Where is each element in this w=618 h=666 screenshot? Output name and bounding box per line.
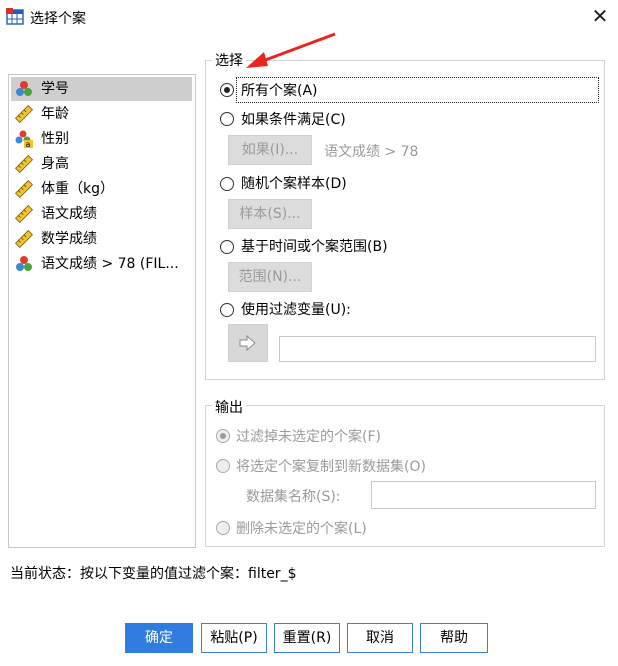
title-bar: 选择个案 ✕ — [0, 0, 618, 34]
radio-delete-unselected[interactable] — [216, 521, 230, 535]
reset-button[interactable]: 重置(R) — [274, 623, 340, 653]
filter-variable-label[interactable]: 使用过滤变量(U): — [241, 299, 351, 319]
app-icon — [6, 8, 24, 25]
delete-unselected-label[interactable]: 删除未选定的个案(L) — [236, 518, 367, 538]
list-item[interactable]: 体重（kg） — [11, 177, 192, 201]
radio-if-condition[interactable] — [220, 112, 234, 126]
svg-text:a: a — [26, 140, 31, 148]
if-condition-label[interactable]: 如果条件满足(C) — [241, 109, 346, 129]
sample-button[interactable]: 样本(S)... — [228, 199, 312, 229]
dataset-name-field[interactable] — [371, 481, 596, 509]
copy-new-label[interactable]: 将选定个案复制到新数据集(O) — [236, 456, 426, 476]
condition-text: 语文成绩 > 78 — [324, 144, 419, 160]
list-item[interactable]: 语文成绩 — [11, 202, 192, 226]
list-item[interactable]: 数学成绩 — [11, 227, 192, 251]
radio-all-cases[interactable] — [220, 83, 234, 97]
move-variable-button[interactable] — [228, 324, 268, 362]
list-item[interactable]: 身高 — [11, 152, 192, 176]
random-sample-label[interactable]: 随机个案样本(D) — [241, 173, 347, 193]
help-button[interactable]: 帮助 — [420, 623, 488, 653]
ok-button[interactable]: 确定 — [125, 623, 193, 653]
list-item[interactable]: 学号 — [11, 77, 192, 101]
scale-ruler-icon — [15, 230, 33, 248]
radio-filter-out[interactable] — [216, 429, 230, 443]
scale-ruler-icon — [15, 180, 33, 198]
filter-variable-field[interactable] — [279, 336, 596, 362]
close-icon[interactable]: ✕ — [588, 4, 612, 28]
filter-out-label[interactable]: 过滤掉未选定的个案(F) — [236, 426, 381, 446]
scale-ruler-icon — [15, 155, 33, 173]
variable-list[interactable]: 学号 年龄 a 性别 身高 体重（kg） 语文成绩 数学成绩 语文成绩 > 78… — [8, 74, 196, 548]
list-item[interactable]: 语文成绩 > 78 (FIL... — [11, 252, 192, 276]
all-cases-label[interactable]: 所有个案(A) — [241, 80, 318, 100]
status-text: 当前状态：按以下变量的值过滤个案：filter_$ — [10, 566, 297, 582]
scale-ruler-icon — [15, 105, 33, 123]
output-group-legend: 输出 — [212, 397, 246, 417]
annotation-arrow-icon — [246, 32, 336, 68]
paste-button[interactable]: 粘贴(P) — [201, 623, 267, 653]
dataset-name-label: 数据集名称(S): — [246, 489, 341, 505]
list-item[interactable]: a 性别 — [11, 127, 192, 151]
list-item[interactable]: 年龄 — [11, 102, 192, 126]
cancel-button[interactable]: 取消 — [347, 623, 413, 653]
nominal-string-icon: a — [15, 130, 33, 148]
time-range-label[interactable]: 基于时间或个案范围(B) — [241, 236, 388, 256]
range-button[interactable]: 范围(N)... — [228, 262, 312, 292]
scale-ruler-icon — [15, 205, 33, 223]
radio-time-range[interactable] — [220, 240, 234, 254]
radio-random-sample[interactable] — [220, 177, 234, 191]
window-title: 选择个案 — [30, 11, 86, 27]
radio-copy-new[interactable] — [216, 459, 230, 473]
radio-filter-variable[interactable] — [220, 303, 234, 317]
nominal-icon — [16, 256, 32, 271]
if-button[interactable]: 如果(I)... — [228, 135, 312, 165]
arrow-right-icon — [239, 334, 256, 352]
nominal-icon — [16, 81, 32, 96]
